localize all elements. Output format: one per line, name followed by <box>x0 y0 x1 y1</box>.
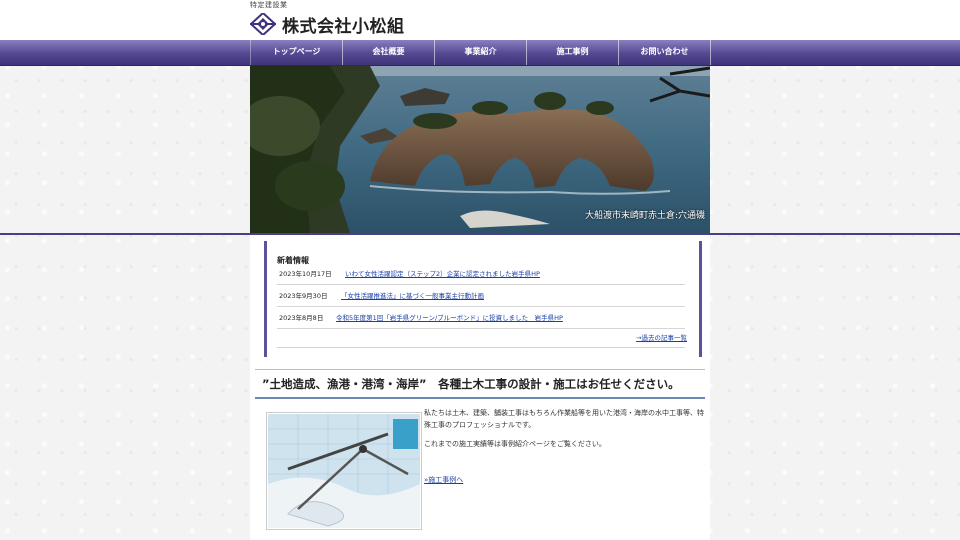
news-link[interactable]: 令和5年度第1回「岩手県グリーン/ブルーボンド」に投資しました 岩手県HP <box>336 312 563 322</box>
nav-item-top[interactable]: トップページ <box>250 40 343 65</box>
nav-item-contact[interactable]: お問い合わせ <box>619 40 711 65</box>
news-item: 2023年10月17日 いわて女性活躍認定（ステップ2）企業に認定されました岩手… <box>277 264 685 285</box>
main-content: 新着情報 2023年10月17日 いわて女性活躍認定（ステップ2）企業に認定され… <box>250 235 710 540</box>
intro-text: 私たちは土木、建築、舗装工事はもちろん作業船等を用いた港湾・海岸の水中工事等、特… <box>424 407 704 457</box>
news-item: 2023年8月8日 令和5年度第1回「岩手県グリーン/ブルーボンド」に投資しまし… <box>277 308 685 329</box>
intro-paragraph: これまでの施工実績等は事例紹介ページをご覧ください。 <box>424 440 606 448</box>
drafting-tools-photo <box>266 412 422 530</box>
divider <box>277 347 685 348</box>
site-header: 特定建設業 株式会社小松組 <box>0 0 960 40</box>
hero-caption: 大船渡市末崎町赤土倉:穴通磯 <box>584 211 705 221</box>
company-tagline: 特定建設業 <box>250 1 288 9</box>
news-archive-link[interactable]: →過去の記事一覧 <box>636 332 687 342</box>
nav-item-works[interactable]: 施工事例 <box>527 40 619 65</box>
news-item: 2023年9月30日 「女性活躍推進法」に基づく一般事業主行動計画 <box>277 286 685 307</box>
news-date: 2023年8月8日 <box>279 314 324 322</box>
main-nav: トップページ 会社概要 事業紹介 施工事例 お問い合わせ <box>0 40 960 66</box>
nav-item-business[interactable]: 事業紹介 <box>435 40 527 65</box>
headline-underline <box>255 397 705 399</box>
company-name[interactable]: 株式会社小松組 <box>282 12 405 37</box>
company-logo-icon[interactable] <box>250 13 276 35</box>
intro-paragraph: 私たちは土木、建築、舗装工事はもちろん作業船等を用いた港湾・海岸の水中工事等、特… <box>424 409 704 429</box>
section-headline: ”土地造成、漁港・港湾・海岸” 各種土木工事の設計・施工はお任せください。 <box>262 377 680 391</box>
news-date: 2023年10月17日 <box>279 270 332 278</box>
news-date: 2023年9月30日 <box>279 292 328 300</box>
news-link[interactable]: 「女性活躍推進法」に基づく一般事業主行動計画 <box>341 290 484 300</box>
news-section: 新着情報 2023年10月17日 いわて女性活躍認定（ステップ2）企業に認定され… <box>264 241 702 357</box>
nav-item-company[interactable]: 会社概要 <box>343 40 435 65</box>
divider <box>255 369 705 370</box>
hero-image: 大船渡市末崎町赤土倉:穴通磯 <box>250 66 710 233</box>
news-link[interactable]: いわて女性活躍認定（ステップ2）企業に認定されました岩手県HP <box>345 268 540 278</box>
works-link[interactable]: »施工事例へ <box>424 475 463 485</box>
